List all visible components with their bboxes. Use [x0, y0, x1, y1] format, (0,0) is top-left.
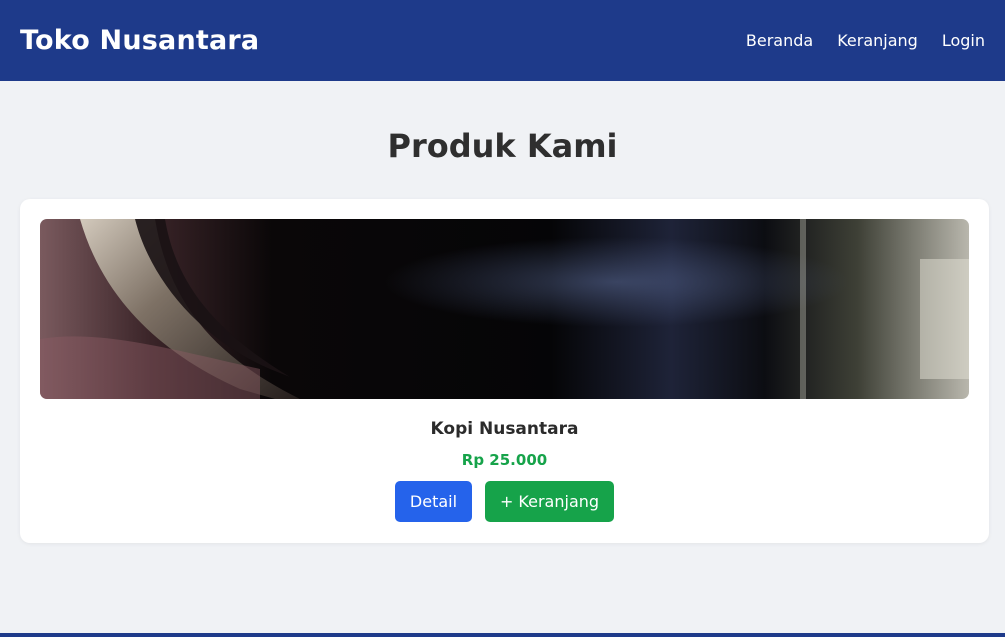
brand-logo[interactable]: Toko Nusantara: [20, 25, 259, 56]
nav-links: Beranda Keranjang Login: [746, 31, 985, 50]
page-title: Produk Kami: [387, 127, 618, 165]
detail-button[interactable]: Detail: [395, 481, 472, 522]
add-to-cart-button[interactable]: + Keranjang: [485, 481, 614, 522]
navbar: Toko Nusantara Beranda Keranjang Login: [0, 0, 1005, 81]
nav-link-keranjang[interactable]: Keranjang: [837, 31, 918, 50]
product-image[interactable]: [40, 219, 969, 399]
product-actions: Detail + Keranjang: [40, 481, 969, 522]
nav-link-login[interactable]: Login: [942, 31, 985, 50]
footer-bar: [0, 633, 1005, 637]
product-price: Rp 25.000: [461, 451, 548, 469]
nav-link-beranda[interactable]: Beranda: [746, 31, 813, 50]
product-name: Kopi Nusantara: [430, 419, 579, 439]
product-card: Kopi Nusantara Rp 25.000 Detail + Keranj…: [20, 199, 989, 543]
